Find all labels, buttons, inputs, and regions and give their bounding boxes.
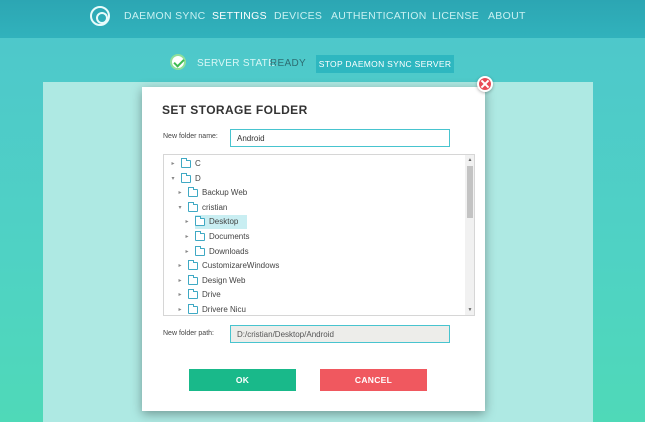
tree-node[interactable]: ▸ Desktop <box>164 215 462 230</box>
nav-about[interactable]: ABOUT <box>488 10 526 22</box>
tree-node[interactable]: ▸ C <box>164 157 462 171</box>
dialog-title: SET STORAGE FOLDER <box>162 103 308 117</box>
tree-node-label: cristian <box>202 202 228 212</box>
nav-daemon-sync[interactable]: DAEMON SYNC <box>124 10 205 22</box>
tree-node[interactable]: ▸ CustomizareWindows <box>164 259 462 273</box>
folder-icon <box>188 187 198 198</box>
stop-server-button[interactable]: STOP DAEMON SYNC SERVER <box>316 55 454 73</box>
folder-path-label: New folder path: <box>163 330 214 337</box>
tree-node-label: Drivere Nicu <box>202 305 247 314</box>
nav-authentication[interactable]: AUTHENTICATION <box>331 10 427 22</box>
scroll-thumb[interactable] <box>467 166 473 218</box>
chevron-down-icon[interactable]: ▾ <box>169 173 177 185</box>
tree-node[interactable]: ▸ Drive <box>164 288 462 302</box>
tree-node[interactable]: ▸ Backup Web <box>164 186 462 200</box>
folder-icon <box>188 201 198 212</box>
chevron-right-icon[interactable]: ▸ <box>183 246 191 258</box>
ok-button[interactable]: OK <box>189 369 296 391</box>
tree-node-label: C <box>195 159 201 168</box>
folder-tree[interactable]: ▸ C ▾ D ▸ Backup Web ▾ cristian ▸ Desktop ▸ Documen… <box>163 154 475 316</box>
tree-node[interactable]: ▸ Drivere Nicu <box>164 303 462 315</box>
tree-node-label: Downloads <box>209 246 249 256</box>
nav-license[interactable]: LICENSE <box>432 10 479 22</box>
tree-node-label: Desktop <box>209 217 239 227</box>
cancel-button[interactable]: CANCEL <box>320 369 427 391</box>
server-state-label: SERVER STATE: <box>197 58 279 69</box>
folder-name-label: New folder name: <box>163 133 218 140</box>
chevron-right-icon[interactable]: ▸ <box>176 289 184 301</box>
chevron-right-icon[interactable]: ▸ <box>176 187 184 199</box>
folder-icon <box>188 304 198 314</box>
tree-node-label: D <box>195 173 201 183</box>
check-circle-icon <box>170 54 186 70</box>
folder-icon <box>181 172 191 183</box>
folder-icon <box>195 245 205 256</box>
scroll-up-arrow-icon[interactable]: ▲ <box>465 156 474 164</box>
folder-icon <box>188 274 198 285</box>
tree-node-label: Backup Web <box>202 188 248 198</box>
tree-node-label: Documents <box>209 232 250 241</box>
folder-icon <box>195 231 205 241</box>
nav-settings[interactable]: SETTINGS <box>212 10 267 22</box>
scroll-down-arrow-icon[interactable]: ▼ <box>465 306 474 314</box>
chevron-right-icon[interactable]: ▸ <box>176 275 184 287</box>
folder-icon <box>181 158 191 168</box>
tree-node[interactable]: ▾ cristian <box>164 201 462 215</box>
tree-node[interactable]: ▸ Downloads <box>164 245 462 259</box>
tree-node-label: Drive <box>202 290 221 300</box>
folder-path-input[interactable] <box>230 325 450 343</box>
tree-node[interactable]: ▸ Documents <box>164 230 462 244</box>
tree-node-label: Design Web <box>202 275 246 285</box>
folder-icon <box>195 216 205 227</box>
chevron-right-icon[interactable]: ▸ <box>183 231 191 243</box>
close-icon[interactable] <box>477 76 493 92</box>
server-state-value: READY <box>270 58 306 69</box>
chevron-down-icon[interactable]: ▾ <box>176 202 184 214</box>
nav-devices[interactable]: DEVICES <box>274 10 322 22</box>
tree-node[interactable]: ▾ D <box>164 172 462 186</box>
chevron-right-icon[interactable]: ▸ <box>183 216 191 228</box>
folder-icon <box>188 260 198 271</box>
tree-node[interactable]: ▸ Design Web <box>164 274 462 288</box>
chevron-right-icon[interactable]: ▸ <box>176 304 184 315</box>
folder-name-input[interactable] <box>230 129 450 147</box>
chevron-right-icon[interactable]: ▸ <box>169 158 177 170</box>
tree-node-label: CustomizareWindows <box>202 261 280 271</box>
storage-folder-dialog: SET STORAGE FOLDER New folder name: ▸C▾D… <box>142 87 485 411</box>
chevron-right-icon[interactable]: ▸ <box>176 260 184 272</box>
top-nav: DAEMON SYNC SETTINGS DEVICES AUTHENTICAT… <box>0 0 645 38</box>
tree-scrollbar[interactable]: ▲ ▼ <box>465 155 474 315</box>
target-logo-icon[interactable] <box>90 6 110 26</box>
folder-icon <box>188 289 198 300</box>
